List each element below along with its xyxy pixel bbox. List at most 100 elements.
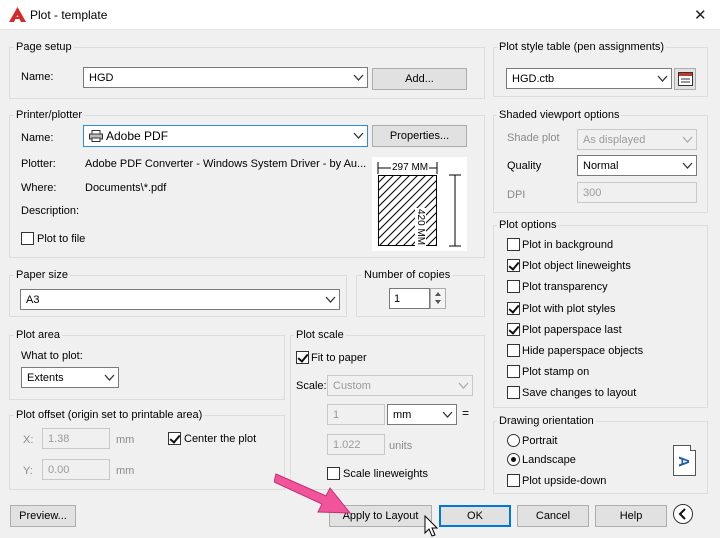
page-setup-name-select[interactable]: HGD	[83, 67, 368, 88]
spin-up-icon	[435, 292, 441, 296]
plot-option-label: Plot stamp on	[522, 366, 590, 378]
offset-x-input[interactable]: 1.38	[42, 428, 110, 449]
window-title: Plot - template	[30, 8, 108, 22]
portrait-radio[interactable]	[507, 434, 520, 447]
plot-option-checkbox[interactable]	[507, 280, 520, 293]
shaded-label: Shaded viewport options	[497, 109, 622, 121]
chevron-left-icon	[678, 508, 686, 520]
scale-label: Scale:	[296, 380, 327, 392]
what-to-plot-value: Extents	[27, 372, 64, 384]
help-button[interactable]: Help	[595, 505, 667, 527]
chevron-down-icon	[682, 135, 693, 144]
scale-equals-sign: =	[462, 406, 470, 420]
close-icon[interactable]: ✕	[694, 6, 707, 24]
ok-button[interactable]: OK	[439, 505, 511, 527]
chevron-down-icon	[442, 410, 453, 419]
landscape-label: Landscape	[522, 454, 576, 466]
scale-value: Custom	[333, 380, 371, 392]
chevron-down-icon	[353, 73, 364, 82]
plot-style-select[interactable]: HGD.ctb	[506, 68, 672, 89]
copies-input[interactable]: 1	[389, 288, 430, 309]
dpi-input[interactable]: 300	[577, 182, 697, 203]
printer-name-label: Name:	[21, 132, 54, 144]
paper-size-select[interactable]: A3	[20, 289, 340, 310]
mouse-cursor-icon	[424, 515, 438, 537]
preview-button[interactable]: Preview...	[10, 505, 76, 527]
orientation-preview-icon: A	[673, 445, 696, 476]
scale-units-label: units	[389, 440, 413, 452]
offset-x-label: X:	[23, 434, 34, 446]
plot-style-value: HGD.ctb	[512, 73, 555, 85]
scale-value2: 1.022	[333, 439, 361, 451]
plot-option-label: Plot object lineweights	[522, 260, 631, 272]
page-setup-name-value: HGD	[89, 72, 114, 84]
chevron-down-icon	[104, 373, 115, 382]
offset-y-input[interactable]: 0.00	[42, 459, 110, 480]
copies-spinner[interactable]	[430, 288, 446, 309]
printer-label: Printer/plotter	[14, 109, 85, 121]
plot-option-checkbox[interactable]	[507, 344, 520, 357]
chevron-down-icon	[458, 381, 469, 390]
collapse-options-button[interactable]	[673, 504, 693, 524]
shade-plot-select[interactable]: As displayed	[577, 129, 697, 150]
autocad-app-icon	[9, 7, 26, 22]
plot-option-checkbox[interactable]	[507, 302, 520, 315]
plot-option-checkbox[interactable]	[507, 238, 520, 251]
paper-size-label: Paper size	[14, 269, 70, 281]
plot-option-label: Plot transparency	[522, 281, 608, 293]
plot-scale-label: Plot scale	[294, 329, 346, 341]
upside-down-checkbox[interactable]	[507, 474, 520, 487]
scale-value1-input[interactable]: 1	[327, 404, 385, 425]
page-setup-name-label: Name:	[21, 71, 54, 83]
plot-area-label: Plot area	[14, 329, 63, 341]
scale-unit-select[interactable]: mm	[387, 404, 457, 425]
portrait-label: Portrait	[522, 435, 558, 447]
offset-y-value: 0.00	[48, 464, 70, 476]
title-bar: Plot - template ✕	[0, 0, 720, 30]
upside-down-label: Plot upside-down	[522, 475, 607, 487]
offset-y-unit: mm	[116, 465, 135, 477]
edit-plot-style-button[interactable]	[674, 68, 696, 90]
scale-value2-input[interactable]: 1.022	[327, 434, 385, 455]
what-to-plot-select[interactable]: Extents	[21, 367, 119, 388]
dpi-label: DPI	[507, 189, 526, 201]
plot-to-file-checkbox[interactable]	[21, 232, 34, 245]
chevron-down-icon	[325, 295, 336, 304]
offset-x-unit: mm	[116, 434, 135, 446]
plot-option-checkbox[interactable]	[507, 365, 520, 378]
printer-icon	[89, 130, 103, 142]
plot-to-file-label: Plot to file	[37, 233, 86, 245]
quality-select[interactable]: Normal	[577, 155, 697, 176]
page-setup-label: Page setup	[14, 41, 74, 53]
spin-down-icon	[435, 300, 441, 304]
where-value: Documents\*.pdf	[85, 182, 167, 194]
annotation-arrow	[274, 473, 352, 514]
properties-button[interactable]: Properties...	[372, 125, 467, 147]
plot-option-checkbox[interactable]	[507, 386, 520, 399]
fit-to-paper-label: Fit to paper	[311, 352, 367, 364]
plot-option-checkbox[interactable]	[507, 259, 520, 272]
scale-select[interactable]: Custom	[327, 375, 473, 396]
dpi-value: 300	[583, 187, 602, 199]
plot-options-group	[493, 225, 708, 408]
plot-style-label: Plot style table (pen assignments)	[497, 41, 667, 53]
copies-value: 1	[394, 293, 401, 305]
chevron-down-icon	[657, 74, 668, 83]
shade-plot-label: Shade plot	[507, 132, 560, 144]
fit-to-paper-checkbox[interactable]	[296, 351, 309, 364]
plot-option-checkbox[interactable]	[507, 323, 520, 336]
what-to-plot-label: What to plot:	[21, 350, 83, 362]
cancel-button[interactable]: Cancel	[517, 505, 589, 527]
offset-x-value: 1.38	[48, 433, 70, 445]
paper-height-label: 420 MM	[415, 208, 426, 247]
chevron-down-icon	[353, 131, 364, 140]
landscape-radio[interactable]	[507, 453, 520, 466]
plotter-label: Plotter:	[21, 158, 56, 170]
plot-option-label: Hide paperspace objects	[522, 345, 644, 357]
scale-value1: 1	[333, 409, 340, 421]
printer-name-select[interactable]: Adobe PDF	[83, 125, 368, 147]
add-button[interactable]: Add...	[372, 68, 467, 90]
plot-options-label: Plot options	[497, 219, 559, 231]
center-plot-checkbox[interactable]	[168, 432, 181, 445]
quality-value: Normal	[583, 160, 619, 172]
